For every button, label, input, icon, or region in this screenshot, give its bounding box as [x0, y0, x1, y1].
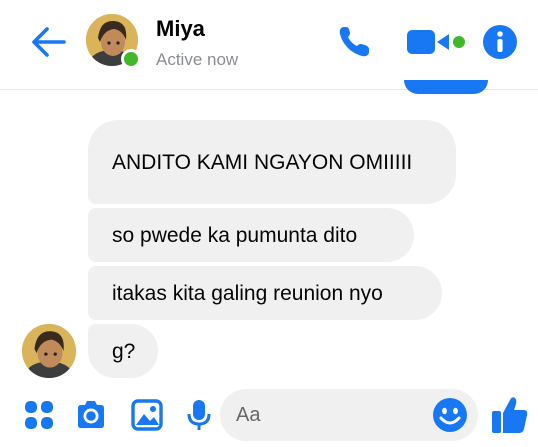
message-bubble[interactable]: so pwede ka pumunta dito [88, 208, 414, 262]
microphone-icon[interactable] [182, 398, 216, 432]
message-input[interactable] [236, 389, 426, 441]
message-text: so pwede ka pumunta dito [112, 223, 358, 247]
sender-avatar[interactable] [22, 324, 76, 378]
back-arrow-icon[interactable] [28, 24, 68, 60]
contact-name[interactable]: Miya [156, 16, 205, 42]
message-text: ANDITO KAMI NGAYON OMIIIII [112, 150, 413, 174]
menu-dots-icon[interactable] [22, 398, 56, 432]
phone-icon[interactable] [336, 24, 376, 60]
message-composer [0, 384, 538, 447]
thumbs-up-icon[interactable] [490, 394, 530, 436]
online-status-dot [121, 49, 141, 69]
camera-icon[interactable] [74, 398, 108, 432]
active-status-text: Active now [156, 50, 239, 69]
image-icon[interactable] [130, 398, 164, 432]
message-bubble[interactable]: g? [88, 324, 158, 378]
info-icon[interactable] [482, 24, 518, 60]
video-camera-icon[interactable] [405, 26, 471, 58]
message-text: g? [112, 339, 136, 363]
message-bubble[interactable]: ANDITO KAMI NGAYON OMIIIII [88, 120, 456, 204]
message-bubble[interactable]: itakas kita galing reunion nyo [88, 266, 442, 320]
emoji-icon[interactable] [432, 397, 468, 433]
contact-avatar[interactable] [86, 14, 141, 69]
conversation-header: Miya Active now [0, 0, 538, 90]
sent-message-bubble-partial [404, 80, 488, 94]
message-input-container[interactable] [220, 389, 478, 441]
message-text: itakas kita galing reunion nyo [112, 281, 383, 305]
